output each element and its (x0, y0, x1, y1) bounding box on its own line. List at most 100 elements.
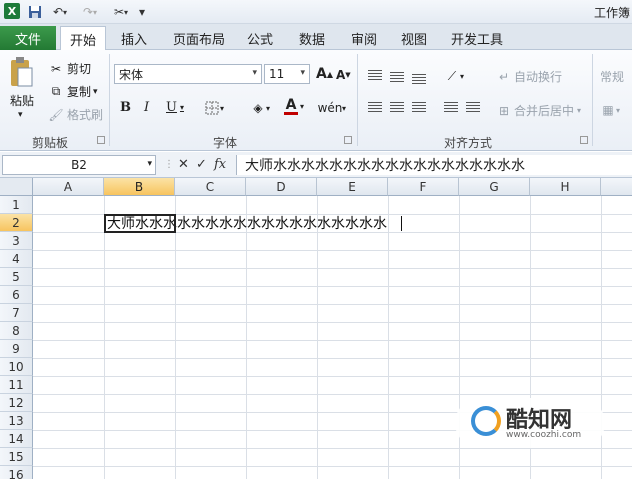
tab-developer[interactable]: 开发工具 (444, 26, 510, 50)
borders-button[interactable]: ▾ (204, 100, 224, 116)
row-header-14[interactable]: 14 (0, 430, 33, 448)
title-bar: X ↶ ▾ ↷ ▾ ✂ ▾ ▾ 工作簿 (0, 0, 632, 24)
tab-file[interactable]: 文件 (0, 26, 56, 50)
paste-icon[interactable] (8, 56, 34, 90)
font-color-button[interactable]: A (284, 98, 298, 115)
row-header-10[interactable]: 10 (0, 358, 33, 376)
insert-function-button[interactable]: fx (214, 157, 226, 172)
confirm-entry-button[interactable]: ✓ (196, 157, 207, 172)
row-header-13[interactable]: 13 (0, 412, 33, 430)
row-header-7[interactable]: 7 (0, 304, 33, 322)
tab-formulas[interactable]: 公式 (240, 26, 280, 50)
paste-button[interactable]: 粘贴 (10, 92, 34, 109)
tools-icon[interactable]: ✂ ▾ (108, 3, 134, 21)
row-header-5[interactable]: 5 (0, 268, 33, 286)
column-header-i[interactable] (601, 178, 632, 196)
formula-bar-handle-icon[interactable]: ⋮ (164, 159, 174, 170)
undo-icon[interactable]: ↶ ▾ (48, 3, 72, 21)
column-header-d[interactable]: D (246, 178, 317, 196)
increase-indent-icon (466, 102, 480, 114)
row-header-15[interactable]: 15 (0, 448, 33, 466)
phonetic-button[interactable]: wén ▾ (317, 100, 346, 116)
format-painter-button[interactable]: 🖌 格式刷 (48, 106, 103, 123)
bold-button[interactable]: B (120, 100, 131, 115)
column-header-h[interactable]: H (530, 178, 601, 196)
font-size-select[interactable]: 11 ▾ (264, 64, 310, 84)
tab-review[interactable]: 审阅 (342, 26, 386, 50)
row-header-8[interactable]: 8 (0, 322, 33, 340)
gridline (388, 196, 389, 479)
fill-color-button[interactable]: ◈ ▾ (250, 100, 270, 116)
grow-font-button[interactable]: A ▲ (316, 66, 333, 82)
align-bottom-button[interactable] (412, 74, 426, 86)
formula-input[interactable]: 大师水水水水水水水水水水水水水水水水水水 (236, 155, 632, 175)
cut-label: 剪切 (67, 62, 92, 76)
gridline (33, 250, 632, 251)
column-header-g[interactable]: G (459, 178, 530, 196)
align-left-button[interactable] (368, 102, 382, 114)
column-header-f[interactable]: F (388, 178, 459, 196)
clipboard-launcher-icon[interactable] (97, 136, 105, 144)
row-header-12[interactable]: 12 (0, 394, 33, 412)
paste-dropdown-icon[interactable]: ▾ (18, 110, 23, 120)
align-right-button[interactable] (412, 102, 426, 114)
cancel-entry-button[interactable]: ✕ (178, 157, 189, 172)
row-header-4[interactable]: 4 (0, 250, 33, 268)
watermark-url: www.coozhi.com (506, 430, 582, 440)
active-cell-b2[interactable] (104, 214, 176, 233)
tab-page-layout[interactable]: 页面布局 (166, 26, 232, 50)
wrap-text-button[interactable]: ↵ 自动换行 (496, 68, 562, 85)
row-header-2[interactable]: 2 (0, 214, 33, 232)
redo-icon[interactable]: ↷ ▾ (78, 3, 102, 21)
font-color-dropdown-icon[interactable]: ▾ (300, 102, 304, 111)
excel-logo-icon[interactable]: X (4, 3, 20, 19)
copy-button[interactable]: ⧉ 复制 ▾ (48, 83, 98, 100)
tab-home[interactable]: 开始 (60, 26, 106, 51)
name-box[interactable]: B2 ▾ (2, 155, 156, 175)
number-format-select[interactable]: 常规 (600, 68, 624, 85)
gridline (175, 196, 176, 479)
shrink-font-button[interactable]: A ▼ (336, 68, 351, 82)
font-name-select[interactable]: 宋体 ▾ (114, 64, 262, 84)
save-icon[interactable] (26, 3, 44, 21)
tab-insert[interactable]: 插入 (112, 26, 156, 50)
row-header-6[interactable]: 6 (0, 286, 33, 304)
cut-button[interactable]: ✂ 剪切 (48, 60, 91, 77)
select-all-button[interactable] (0, 178, 33, 196)
merge-center-button[interactable]: ⊞ 合并后居中 ▾ (496, 102, 581, 119)
column-header-b[interactable]: B (104, 178, 175, 196)
customize-icon[interactable]: ▾ (136, 3, 148, 21)
column-header-c[interactable]: C (175, 178, 246, 196)
column-header-e[interactable]: E (317, 178, 388, 196)
watermark-logo-icon (471, 406, 501, 436)
clipboard-group-label: 剪贴板 (31, 136, 68, 150)
phonetic-icon: wén (317, 101, 343, 115)
row-header-3[interactable]: 3 (0, 232, 33, 250)
text-cursor (401, 216, 402, 231)
row-header-11[interactable]: 11 (0, 376, 33, 394)
tab-data[interactable]: 数据 (290, 26, 334, 50)
increase-indent-button[interactable] (466, 102, 480, 114)
align-center-button[interactable] (390, 102, 404, 114)
copy-icon: ⧉ (51, 84, 61, 98)
accounting-format-button[interactable]: ▦ ▾ (600, 102, 620, 118)
gridline (246, 196, 247, 479)
tab-view[interactable]: 视图 (394, 26, 434, 50)
align-middle-icon (390, 72, 404, 84)
name-box-dropdown-icon[interactable]: ▾ (147, 159, 152, 169)
align-middle-button[interactable] (390, 72, 404, 84)
align-top-button[interactable] (368, 70, 382, 82)
row-header-16[interactable]: 16 (0, 466, 33, 479)
italic-button[interactable]: I (144, 100, 149, 115)
separator (357, 54, 358, 146)
column-header-a[interactable]: A (33, 178, 104, 196)
font-launcher-icon[interactable] (344, 136, 352, 144)
formula-bar: B2 ▾ ⋮ ✕ ✓ fx 大师水水水水水水水水水水水水水水水水水水 (0, 152, 632, 178)
orientation-button[interactable]: ⟋ ▾ (444, 68, 464, 84)
row-header-9[interactable]: 9 (0, 340, 33, 358)
alignment-launcher-icon[interactable] (580, 136, 588, 144)
decrease-indent-button[interactable] (444, 102, 458, 114)
underline-button[interactable]: U ▾ (166, 100, 184, 115)
row-header-1[interactable]: 1 (0, 196, 33, 214)
orientation-icon: ⟋ (447, 68, 457, 83)
